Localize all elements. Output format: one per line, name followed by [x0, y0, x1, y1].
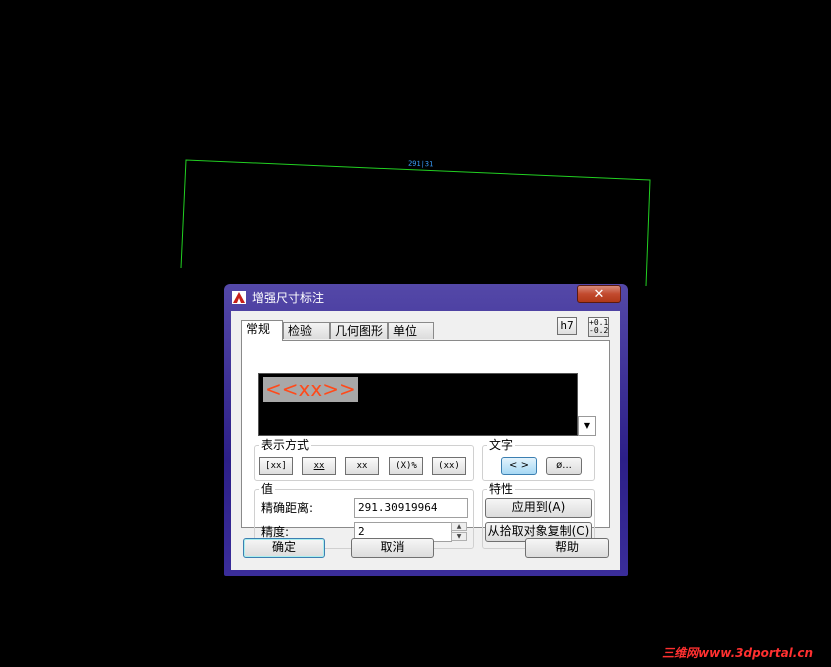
dialog-titlebar[interactable]: 增强尺寸标注 ✕: [224, 284, 628, 310]
display-inspection-button[interactable]: xx: [345, 457, 379, 475]
apply-to-button[interactable]: 应用到(A): [485, 498, 592, 518]
preview-text: <<xx>>: [263, 377, 358, 402]
dialog-title: 增强尺寸标注: [252, 291, 325, 305]
deviation-bottom: -0.2: [589, 326, 609, 335]
deviation-tolerance-button[interactable]: +0.1 -0.2: [588, 317, 609, 337]
fit-tolerance-button[interactable]: h7: [557, 317, 577, 335]
value-group-label: 值: [259, 482, 276, 496]
insert-symbol-button[interactable]: ø...: [546, 457, 582, 475]
precision-spin-up[interactable]: ▲: [451, 522, 467, 531]
dimension-line: [180, 159, 651, 287]
dimension-text[interactable]: 291|31: [408, 160, 433, 169]
tab-inspection[interactable]: 检验: [283, 322, 330, 339]
dimension-text-preview[interactable]: <<xx>>: [258, 373, 578, 436]
text-group-label: 文字: [487, 438, 516, 452]
display-percent-button[interactable]: (X)%: [389, 457, 423, 475]
display-basic-button[interactable]: [xx]: [259, 457, 293, 475]
help-button[interactable]: 帮助: [525, 538, 609, 558]
ok-button[interactable]: 确定: [243, 538, 325, 558]
display-mode-group: 表示方式 [xx] xx xx (X)% (xx): [254, 438, 474, 481]
enhanced-dimension-dialog: 增强尺寸标注 ✕ 常规 检验 几何图形 单位 h7 +0.1 -0.2 <<xx…: [224, 284, 628, 576]
watermark: 三维网www.3dportal.cn: [662, 646, 813, 660]
tab-general[interactable]: 常规: [241, 320, 283, 341]
dialog-client-area: 常规 检验 几何图形 单位 h7 +0.1 -0.2 <<xx>> ▼ 表示方式…: [231, 311, 620, 570]
preview-dropdown-arrow[interactable]: ▼: [578, 416, 596, 436]
text-group: 文字 < > ø...: [482, 438, 595, 481]
precision-label: 精度:: [261, 525, 290, 539]
close-button[interactable]: ✕: [577, 285, 621, 303]
display-paren-button[interactable]: (xx): [432, 457, 466, 475]
tab-geometry[interactable]: 几何图形: [330, 322, 388, 339]
precision-spin-down[interactable]: ▼: [451, 532, 467, 541]
tab-units[interactable]: 单位: [388, 322, 434, 339]
display-mode-label: 表示方式: [259, 438, 312, 452]
autocad-app-icon: [232, 291, 246, 304]
properties-group-label: 特性: [487, 482, 516, 496]
exact-distance-label: 精确距离:: [261, 501, 314, 515]
cancel-button[interactable]: 取消: [351, 538, 434, 558]
display-reference-button[interactable]: xx: [302, 457, 336, 475]
general-tab-panel: <<xx>> ▼ 表示方式 [xx] xx xx (X)% (xx) 文字 < …: [241, 340, 610, 549]
insert-measured-text-button[interactable]: < >: [501, 457, 537, 475]
exact-distance-field[interactable]: 291.30919964: [354, 498, 468, 518]
